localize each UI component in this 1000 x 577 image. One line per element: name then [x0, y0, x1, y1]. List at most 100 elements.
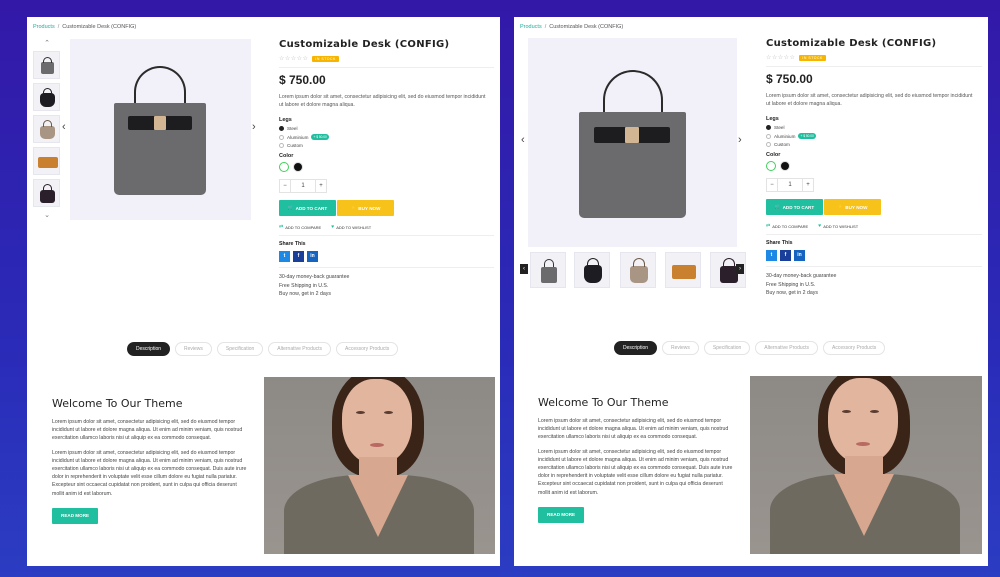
- color-swatch-white[interactable]: [766, 161, 776, 171]
- radio-icon[interactable]: [766, 125, 771, 130]
- rating: ☆☆☆☆☆ IN STOCK: [279, 55, 494, 62]
- tab-specification[interactable]: Specification: [703, 341, 751, 355]
- thumbnail-black-bag[interactable]: [33, 83, 60, 111]
- breadcrumb: Products / Customizable Desk (CONFIG): [520, 24, 624, 30]
- thumb-prev-arrow-icon[interactable]: ‹: [520, 264, 528, 274]
- product-info: Customizable Desk (CONFIG) ☆☆☆☆☆ IN STOCK…: [279, 39, 494, 299]
- facebook-share-icon[interactable]: f: [780, 250, 791, 261]
- product-tabs: Description Reviews Specification Altern…: [127, 342, 403, 356]
- thumbnail-grey-bag[interactable]: [530, 252, 566, 288]
- twitter-share-icon[interactable]: t: [279, 251, 290, 262]
- color-swatch-black[interactable]: [780, 161, 790, 171]
- main-product-image: [528, 38, 737, 247]
- radio-icon[interactable]: [279, 126, 284, 131]
- prev-image-arrow-icon[interactable]: ‹: [62, 121, 66, 133]
- chevron-up-icon[interactable]: ⌃: [33, 39, 61, 49]
- guarantee-item: Buy now, get in 2 days: [766, 290, 818, 296]
- legs-option-aluminium[interactable]: Aluminium + $ 50.00: [766, 133, 982, 139]
- welcome-title: Welcome To Our Theme: [538, 396, 669, 409]
- thumbnail-dark-bag[interactable]: [33, 179, 60, 207]
- handbag-image: [70, 39, 251, 220]
- thumbnail-beige-bag[interactable]: [33, 115, 60, 143]
- star-rating-icon: ☆☆☆☆☆: [279, 56, 309, 62]
- tab-reviews[interactable]: Reviews: [175, 342, 212, 356]
- read-more-button[interactable]: READ MORE: [52, 507, 99, 524]
- read-more-button[interactable]: READ MORE: [538, 506, 585, 523]
- product-description: Lorem ipsum dolor sit amet, consectetur …: [766, 93, 973, 107]
- quantity-stepper: − 1 +: [766, 178, 982, 192]
- next-image-arrow-icon[interactable]: ›: [738, 134, 742, 146]
- qty-plus-button[interactable]: +: [315, 179, 327, 193]
- tab-accessory-products[interactable]: Accessory Products: [823, 341, 886, 355]
- tab-reviews[interactable]: Reviews: [662, 341, 699, 355]
- guarantee-item: Buy now, get in 2 days: [279, 291, 331, 297]
- color-swatches: [766, 161, 982, 171]
- product-title: Customizable Desk (CONFIG): [279, 39, 450, 50]
- radio-icon[interactable]: [766, 142, 771, 147]
- tab-alternative-products[interactable]: Alternative Products: [755, 341, 819, 355]
- linkedin-share-icon[interactable]: in: [307, 251, 318, 262]
- buy-now-button[interactable]: ⚡ BUY NOW: [824, 199, 881, 215]
- linkedin-share-icon[interactable]: in: [794, 250, 805, 261]
- legs-option-custom[interactable]: Custom: [766, 142, 982, 147]
- guarantee-item: 30-day money-back guarantee: [279, 274, 350, 280]
- add-to-compare-link[interactable]: ⇄ ADD TO COMPARE: [279, 224, 321, 230]
- legs-option-steel[interactable]: Steel: [766, 125, 982, 130]
- heart-icon: ♥: [818, 223, 822, 229]
- prev-image-arrow-icon[interactable]: ‹: [521, 134, 525, 146]
- price-extra-badge: + $ 50.00: [798, 133, 816, 139]
- thumbnail-black-bag[interactable]: [574, 252, 610, 288]
- facebook-share-icon[interactable]: f: [293, 251, 304, 262]
- color-swatches: [279, 162, 494, 172]
- radio-icon[interactable]: [279, 134, 284, 140]
- thumbnail-beige-bag[interactable]: [620, 252, 656, 288]
- next-image-arrow-icon[interactable]: ›: [252, 121, 256, 133]
- tab-alternative-products[interactable]: Alternative Products: [268, 342, 332, 356]
- guarantee-item: 30-day money-back guarantee: [766, 273, 837, 279]
- qty-plus-button[interactable]: +: [802, 178, 814, 192]
- add-to-cart-button[interactable]: 🛒 ADD TO CART: [279, 200, 336, 216]
- legs-option-custom[interactable]: Custom: [279, 143, 494, 148]
- breadcrumb-products-link[interactable]: Products: [33, 24, 55, 30]
- compare-icon: ⇄: [766, 223, 771, 229]
- twitter-share-icon[interactable]: t: [766, 250, 777, 261]
- tab-description[interactable]: Description: [614, 341, 658, 355]
- thumbnail-grey-bag[interactable]: [33, 51, 60, 79]
- quantity-stepper: − 1 +: [279, 179, 494, 193]
- woman-portrait-image: [264, 377, 495, 554]
- color-swatch-white[interactable]: [279, 162, 289, 172]
- price-extra-badge: + $ 50.00: [311, 134, 329, 140]
- cart-icon: 🛒: [287, 205, 294, 210]
- product-page-vertical-thumbs: Products / Customizable Desk (CONFIG) ⌃ ⌄: [27, 17, 500, 566]
- thumbnail-orange-bag[interactable]: [665, 252, 701, 288]
- chevron-down-icon[interactable]: ⌄: [33, 211, 61, 221]
- radio-icon[interactable]: [766, 133, 771, 139]
- share-title: Share This: [766, 240, 793, 246]
- welcome-paragraph: Lorem ipsum dolor sit amet, consectetur …: [538, 418, 729, 441]
- add-to-wishlist-link[interactable]: ♥ ADD TO WISHLIST: [818, 223, 858, 229]
- buy-now-button[interactable]: ⚡ BUY NOW: [337, 200, 394, 216]
- radio-icon[interactable]: [279, 143, 284, 148]
- add-to-compare-link[interactable]: ⇄ ADD TO COMPARE: [766, 223, 808, 229]
- add-to-cart-button[interactable]: 🛒 ADD TO CART: [766, 199, 823, 215]
- share-title: Share This: [279, 241, 306, 247]
- qty-minus-button[interactable]: −: [279, 179, 291, 193]
- welcome-section: Welcome To Our Theme Lorem ipsum dolor s…: [538, 396, 734, 523]
- tab-description[interactable]: Description: [127, 342, 171, 356]
- tab-specification[interactable]: Specification: [216, 342, 264, 356]
- bolt-icon: ⚡: [350, 205, 357, 210]
- color-swatch-black[interactable]: [293, 162, 303, 172]
- add-to-wishlist-link[interactable]: ♥ ADD TO WISHLIST: [331, 224, 371, 230]
- breadcrumb-current: Customizable Desk (CONFIG): [62, 24, 137, 30]
- breadcrumb-products-link[interactable]: Products: [520, 24, 542, 30]
- thumbnail-orange-bag[interactable]: [33, 147, 60, 175]
- qty-input[interactable]: 1: [291, 179, 315, 193]
- heart-icon: ♥: [331, 224, 335, 230]
- qty-input[interactable]: 1: [778, 178, 802, 192]
- legs-option-aluminium[interactable]: Aluminium + $ 50.00: [279, 134, 494, 140]
- qty-minus-button[interactable]: −: [766, 178, 778, 192]
- legs-option-steel[interactable]: Steel: [279, 126, 494, 131]
- stock-badge: IN STOCK: [312, 55, 339, 62]
- tab-accessory-products[interactable]: Accessory Products: [336, 342, 399, 356]
- thumb-next-arrow-icon[interactable]: ›: [736, 264, 744, 274]
